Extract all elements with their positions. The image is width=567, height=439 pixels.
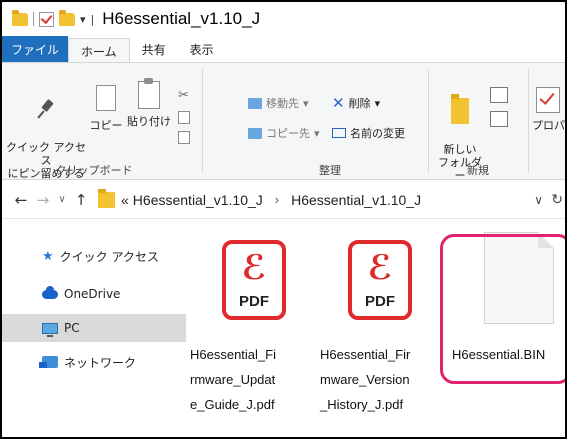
nav-item-network[interactable]: ネットワーク [2, 348, 186, 376]
address-path[interactable]: « H6essential_v1.10_J › H6essential_v1.1… [98, 186, 565, 214]
file-item-pdf-version-history[interactable]: ℰ PDF H6essential_Fir mware_Version _His… [320, 220, 450, 437]
rename-label: 名前の変更 [350, 127, 405, 140]
pdf-file-icon: ℰ PDF [222, 240, 286, 320]
forward-arrow-icon[interactable]: → [32, 191, 54, 209]
cut-icon[interactable] [178, 88, 192, 103]
properties-label: プロパテ [532, 119, 565, 132]
tab-file[interactable]: ファイル [2, 36, 69, 63]
tab-share[interactable]: 共有 [130, 36, 178, 63]
window-title: H6essential_v1.10_J [102, 9, 261, 28]
breadcrumb-segment[interactable]: H6essential_v1.10_J [291, 192, 421, 208]
rename-button[interactable]: 名前の変更 [332, 125, 405, 141]
paste-shortcut-icon[interactable] [178, 131, 190, 144]
copy-icon [91, 82, 116, 111]
customize-toolbar-chevron-icon[interactable]: ▾ [80, 13, 86, 26]
title-bar: ▾ | H6essential_v1.10_J [2, 2, 565, 36]
acrobat-icon: ℰ [241, 248, 267, 288]
nav-item-label: ネットワーク [64, 355, 137, 370]
clipboard-group: クイック アクセス にピン留めする コピー 貼り付け クリップボード [2, 63, 190, 181]
file-name: H6essential_Fir mware_Version _History_J… [320, 347, 411, 412]
new-group: 新しい フォルダー 新規 [428, 63, 528, 182]
nav-item-label: クイック アクセス [59, 249, 159, 264]
pdf-icon-label: PDF [239, 293, 269, 310]
address-bar: ← → ∨ ↑ « H6essential_v1.10_J › H6essent… [2, 181, 565, 219]
pdf-icon-label: PDF [365, 293, 395, 310]
file-list: ℰ PDF H6essential_Fi rmware_Updat e_Guid… [186, 220, 565, 437]
cloud-icon [42, 285, 58, 299]
back-arrow-icon[interactable]: ← [10, 191, 32, 209]
toolbar-separator [33, 12, 34, 26]
copy-to-icon [248, 127, 262, 139]
copy-to-button[interactable]: コピー先 ▾ [248, 125, 320, 141]
ribbon: クイック アクセス にピン留めする コピー 貼り付け クリップボード 移動先 ▾ [2, 62, 565, 182]
address-dropdown-chevron-icon[interactable]: ∨ [534, 193, 543, 207]
clipboard-group-label: クリップボード [55, 164, 133, 177]
file-item-pdf-update-guide[interactable]: ℰ PDF H6essential_Fi rmware_Updat e_Guid… [186, 220, 316, 437]
rename-icon [332, 128, 346, 138]
tab-view[interactable]: 表示 [178, 36, 226, 63]
refresh-icon[interactable]: ↻ [551, 191, 563, 208]
delete-button[interactable]: ✕ 削除 ▾ [332, 95, 380, 111]
nav-item-label: OneDrive [64, 287, 121, 301]
star-icon: ★ [42, 248, 54, 264]
organize-group: 移動先 ▾ ✕ 削除 ▾ コピー先 ▾ 名前の変更 整理 [202, 63, 428, 181]
move-to-button[interactable]: 移動先 ▾ [248, 95, 309, 111]
open-group: プロパテ [528, 63, 565, 181]
paste-button[interactable]: 貼り付け [126, 78, 172, 128]
explorer-window: ▾ | H6essential_v1.10_J ファイル ホーム 共有 表示 ク… [0, 0, 567, 439]
recent-locations-chevron-icon[interactable]: ∨ [54, 194, 70, 205]
delete-icon: ✕ [332, 94, 345, 112]
properties-button[interactable]: プロパテ [532, 87, 565, 132]
highlight-annotation [440, 234, 565, 384]
clipboard-icon [138, 78, 160, 109]
organize-group-label: 整理 [319, 164, 341, 177]
ribbon-tabs: ファイル ホーム 共有 表示 [2, 36, 565, 63]
nav-item-label: PC [64, 321, 80, 335]
breadcrumb-segment[interactable]: H6essential_v1.10_J [133, 192, 263, 208]
properties-icon [536, 87, 560, 113]
paste-label: 貼り付け [127, 115, 171, 128]
folder-icon [98, 188, 115, 208]
move-to-label: 移動先 [266, 97, 299, 110]
copy-to-label: コピー先 [266, 127, 310, 140]
delete-label: 削除 [348, 97, 371, 110]
pc-icon [42, 322, 58, 337]
address-overflow-chevron[interactable]: « [121, 192, 129, 208]
copy-button[interactable]: コピー [88, 82, 124, 132]
chevron-down-icon: ▾ [374, 96, 381, 110]
nav-item-pc[interactable]: PC [2, 314, 186, 342]
nav-item-quick-access[interactable]: ★ クイック アクセス [2, 242, 186, 270]
copy-path-icon[interactable] [178, 111, 190, 124]
breadcrumb-separator-icon[interactable]: › [275, 192, 279, 207]
new-folder-icon [447, 94, 473, 124]
chevron-down-icon: ▾ [303, 96, 309, 110]
easy-access-icon[interactable] [490, 111, 508, 127]
copy-label: コピー [89, 119, 123, 132]
quick-access-toolbar: ▾ | [12, 9, 95, 27]
network-icon [39, 356, 58, 368]
file-name: H6essential_Fi rmware_Updat e_Guide_J.pd… [190, 347, 276, 412]
new-folder-quick-icon[interactable] [59, 9, 75, 26]
nav-item-onedrive[interactable]: OneDrive [2, 280, 186, 308]
move-to-icon [248, 97, 262, 109]
pin-icon [35, 98, 57, 120]
acrobat-icon: ℰ [367, 248, 393, 288]
properties-check-icon[interactable] [39, 11, 54, 27]
folder-icon[interactable] [12, 9, 28, 26]
chevron-down-icon: ▾ [314, 126, 320, 140]
new-group-label: 新規 [467, 164, 489, 177]
new-item-icon[interactable] [490, 87, 508, 103]
up-arrow-icon[interactable]: ↑ [70, 191, 92, 209]
toolbar-separator-bar: | [90, 12, 95, 26]
pdf-file-icon: ℰ PDF [348, 240, 412, 320]
navigation-pane: ★ クイック アクセス OneDrive PC ネットワーク [2, 220, 186, 437]
tab-home[interactable]: ホーム [68, 38, 130, 63]
